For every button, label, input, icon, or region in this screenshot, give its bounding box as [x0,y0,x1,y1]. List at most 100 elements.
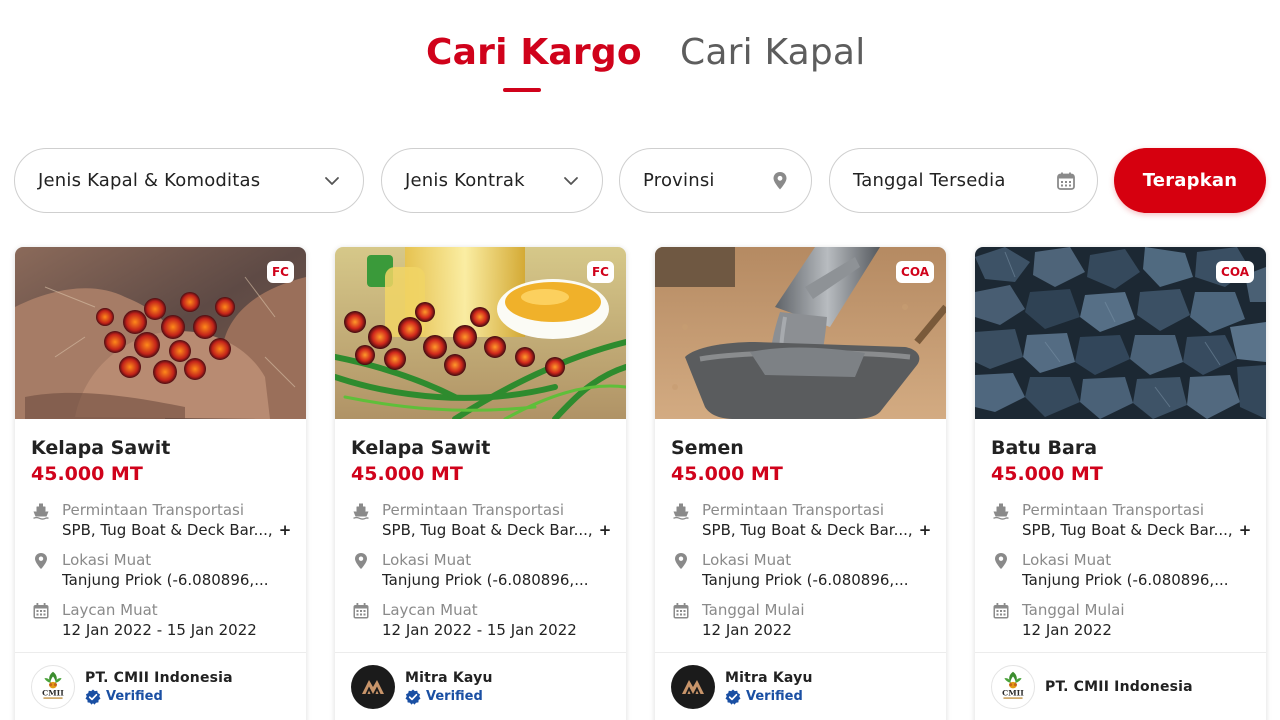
load-location-row: Lokasi Muat Tanjung Priok (-6.080896,... [991,550,1250,600]
palm-fruit-image: FC [15,247,306,419]
date-row: Tanggal Mulai 12 Jan 2022 [991,600,1250,650]
transport-more-count: +1 [918,521,930,539]
available-date-filter[interactable]: Tanggal Tersedia [829,148,1098,213]
load-location-label: Lokasi Muat [62,551,152,569]
date-value: 12 Jan 2022 - 15 Jan 2022 [382,621,577,639]
transport-label: Permintaan Transportasi [382,501,565,519]
contract-badge: COA [896,261,934,283]
vessel-commodity-label: Jenis Kapal & Komoditas [38,170,261,191]
cargo-quantity: 45.000 MT [351,463,463,485]
verified-check-icon [725,689,741,705]
load-location-value: Tanjung Priok (-6.080896,... [382,571,589,589]
company-logo [991,665,1035,709]
tab-cari-kargo[interactable]: Cari Kargo [426,32,642,73]
cargo-card[interactable]: FC Kelapa Sawit 45.000 MT Permintaan Tra… [335,247,626,720]
vessel-commodity-dropdown[interactable]: Jenis Kapal & Komoditas [14,148,364,213]
cargo-quantity: 45.000 MT [31,463,143,485]
date-row: Laycan Muat 12 Jan 2022 - 15 Jan 2022 [351,600,610,650]
transport-label: Permintaan Transportasi [702,501,885,519]
ship-icon [352,502,370,520]
transport-vessel-list: SPB, Tug Boat & Deck Bar..., [62,521,273,539]
company-footer: PT. CMII Indonesia [975,652,1266,720]
location-pin-icon [992,552,1010,570]
province-label: Provinsi [643,170,715,191]
coal-image: COA [975,247,1266,419]
company-name: Mitra Kayu [725,670,813,686]
transport-more-count: +1 [598,521,610,539]
transport-vessel-list: SPB, Tug Boat & Deck Bar..., [1022,521,1233,539]
company-footer: Mitra Kayu Verified [655,652,946,720]
date-value: 12 Jan 2022 - 15 Jan 2022 [62,621,257,639]
location-pin-icon [352,552,370,570]
load-location-row: Lokasi Muat Tanjung Priok (-6.080896,... [351,550,610,600]
company-logo [31,665,75,709]
search-tabs: Cari Kargo Cari Kapal [0,32,1280,102]
transport-vessel-list: SPB, Tug Boat & Deck Bar..., [702,521,913,539]
date-label: Tanggal Mulai [702,601,805,619]
tab-cari-kapal[interactable]: Cari Kapal [680,32,865,73]
chevron-down-icon [560,170,582,192]
province-filter[interactable]: Provinsi [619,148,812,213]
company-footer: PT. CMII Indonesia Verified [15,652,306,720]
contract-badge: FC [266,261,294,283]
transport-vessel-list: SPB, Tug Boat & Deck Bar..., [382,521,593,539]
location-pin-icon [672,552,690,570]
transport-more-count: +1 [1238,521,1250,539]
company-name: PT. CMII Indonesia [1045,679,1193,695]
load-location-label: Lokasi Muat [382,551,472,569]
calendar-icon [672,602,690,620]
apply-filters-button[interactable]: Terapkan [1114,148,1266,213]
date-label: Laycan Muat [62,601,158,619]
calendar-icon [1055,170,1077,192]
calendar-icon [992,602,1010,620]
verified-badge: Verified [405,688,493,706]
calendar-icon [32,602,50,620]
ship-icon [992,502,1010,520]
transport-label: Permintaan Transportasi [1022,501,1205,519]
verified-check-icon [405,689,421,705]
cargo-quantity: 45.000 MT [671,463,783,485]
transport-value: SPB, Tug Boat & Deck Bar..., +1 [62,520,290,540]
active-tab-indicator [503,88,541,92]
company-logo [351,665,395,709]
company-name: Mitra Kayu [405,670,493,686]
cargo-card[interactable]: COA Batu Bara 45.000 MT Permintaan Trans… [975,247,1266,720]
date-label: Tanggal Mulai [1022,601,1125,619]
date-value: 12 Jan 2022 [702,621,792,639]
contract-type-label: Jenis Kontrak [405,170,525,191]
transport-request-row: Permintaan Transportasi SPB, Tug Boat & … [351,500,610,550]
date-label: Laycan Muat [382,601,478,619]
load-location-value: Tanjung Priok (-6.080896,... [62,571,269,589]
cargo-card[interactable]: COA Semen 45.000 MT Permintaan Transport… [655,247,946,720]
location-pin-icon [769,170,791,192]
commodity-title: Semen [671,437,744,459]
transport-label: Permintaan Transportasi [62,501,245,519]
cargo-card[interactable]: FC Kelapa Sawit 45.000 MT Permintaan Tra… [15,247,306,720]
available-date-label: Tanggal Tersedia [853,170,1006,191]
transport-request-row: Permintaan Transportasi SPB, Tug Boat & … [991,500,1250,550]
transport-value: SPB, Tug Boat & Deck Bar..., +1 [702,520,930,540]
load-location-label: Lokasi Muat [702,551,792,569]
company-footer: Mitra Kayu Verified [335,652,626,720]
verified-check-icon [85,689,101,705]
date-value: 12 Jan 2022 [1022,621,1112,639]
transport-value: SPB, Tug Boat & Deck Bar..., +1 [382,520,610,540]
verified-label: Verified [106,689,163,704]
contract-type-dropdown[interactable]: Jenis Kontrak [381,148,603,213]
verified-badge: Verified [85,688,233,706]
commodity-title: Kelapa Sawit [31,437,171,459]
load-location-value: Tanjung Priok (-6.080896,... [702,571,909,589]
cargo-quantity: 45.000 MT [991,463,1103,485]
cement-image: COA [655,247,946,419]
commodity-title: Batu Bara [991,437,1098,459]
transport-request-row: Permintaan Transportasi SPB, Tug Boat & … [31,500,290,550]
verified-label: Verified [426,689,483,704]
transport-request-row: Permintaan Transportasi SPB, Tug Boat & … [671,500,930,550]
company-name: PT. CMII Indonesia [85,670,233,686]
transport-value: SPB, Tug Boat & Deck Bar..., +1 [1022,520,1250,540]
load-location-row: Lokasi Muat Tanjung Priok (-6.080896,... [31,550,290,600]
location-pin-icon [32,552,50,570]
verified-badge: Verified [725,688,813,706]
commodity-title: Kelapa Sawit [351,437,491,459]
load-location-row: Lokasi Muat Tanjung Priok (-6.080896,... [671,550,930,600]
